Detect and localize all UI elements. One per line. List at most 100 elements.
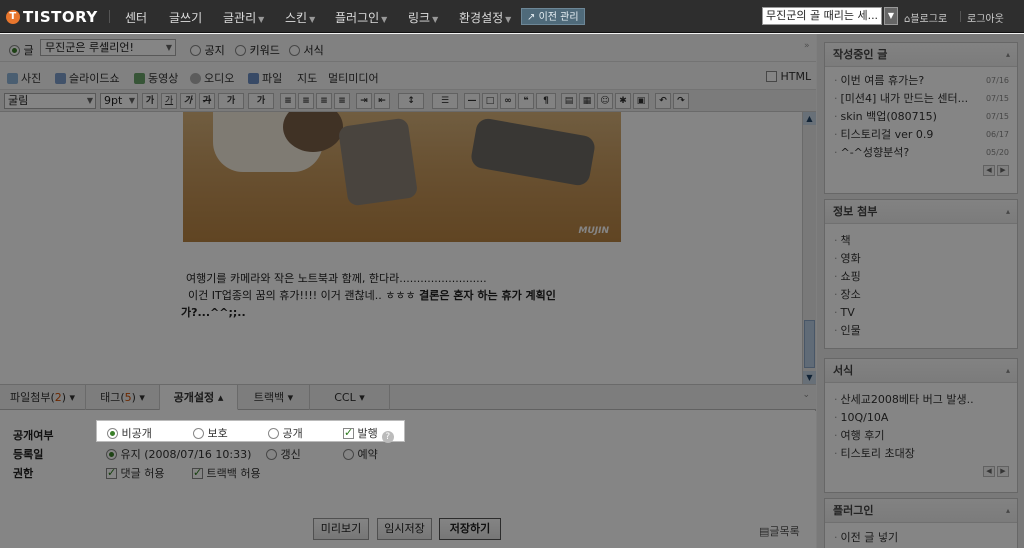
- char-icon[interactable]: ¶: [536, 93, 556, 109]
- font-family-select[interactable]: 굴림 ▼: [4, 93, 96, 109]
- type-post[interactable]: 글: [9, 42, 34, 58]
- category-select[interactable]: 무진군은 루셀리언! ▼: [40, 39, 176, 56]
- allow-trackback-checkbox[interactable]: 트랙백 허용: [192, 465, 261, 481]
- preview-button[interactable]: 미리보기: [313, 518, 369, 540]
- blog-select-dropdown[interactable]: ▼: [884, 7, 898, 25]
- insert-video-button[interactable]: 동영상: [134, 70, 178, 86]
- insert-slideshow-button[interactable]: 슬라이드쇼: [55, 70, 120, 86]
- go-to-blog-link[interactable]: ⌂블로그로: [904, 10, 947, 25]
- nav-settings[interactable]: 환경설정 ▼: [459, 9, 511, 26]
- form-item[interactable]: · 산세교2008베타 버그 발생..: [825, 391, 1017, 409]
- widget-title[interactable]: 정보 첨부 ▴: [825, 200, 1017, 224]
- insert-audio-button[interactable]: 오디오: [190, 70, 234, 86]
- visibility-public[interactable]: 공개: [268, 425, 303, 441]
- help-icon[interactable]: ?: [381, 431, 394, 443]
- widget-title[interactable]: 서식 ▴: [825, 359, 1017, 383]
- insert-file-button[interactable]: 파일: [248, 70, 282, 86]
- editor-content[interactable]: MUJIN 여행기를 카메라와 작은 노트북과 함께, 한다라.........…: [0, 112, 802, 384]
- type-notice[interactable]: 공지: [190, 42, 225, 58]
- font-color-button[interactable]: 가: [218, 93, 244, 109]
- info-item-person[interactable]: · 인물: [825, 322, 1017, 340]
- date-keep-option[interactable]: 유지 (2008/07/16 10:33): [106, 446, 251, 462]
- align-right-icon[interactable]: ≡: [316, 93, 332, 109]
- undo-icon[interactable]: ↶: [655, 93, 671, 109]
- date-reserve-option[interactable]: 예약: [343, 446, 378, 462]
- box-icon[interactable]: □: [482, 93, 498, 109]
- tab-ccl[interactable]: CCL ▾: [310, 385, 390, 410]
- scroll-down-icon[interactable]: ▼: [803, 371, 816, 384]
- strike-button[interactable]: 가: [199, 93, 215, 109]
- link-icon[interactable]: ∞: [500, 93, 516, 109]
- post-image[interactable]: MUJIN: [183, 112, 621, 242]
- font-size-select[interactable]: 9pt ▼: [100, 93, 138, 109]
- table-icon[interactable]: ▦: [579, 93, 595, 109]
- insert-map-button[interactable]: 지도: [297, 70, 317, 86]
- next-page-icon[interactable]: ▶: [997, 165, 1009, 176]
- align-left-icon[interactable]: ≡: [280, 93, 296, 109]
- type-keyword[interactable]: 키워드: [235, 42, 280, 58]
- info-item-book[interactable]: · 책: [825, 232, 1017, 250]
- expand-icon[interactable]: »: [804, 41, 810, 51]
- info-item-place[interactable]: · 장소: [825, 286, 1017, 304]
- blog-select[interactable]: 무진군의 골 때리는 세...: [762, 7, 882, 25]
- nav-link[interactable]: 링크 ▼: [408, 9, 438, 26]
- tistory-logo[interactable]: T TISTORY: [6, 7, 98, 27]
- logout-link[interactable]: 로그아웃: [967, 10, 1004, 25]
- scroll-thumb[interactable]: [804, 320, 815, 368]
- bold-button[interactable]: 가: [142, 93, 158, 109]
- nav-center[interactable]: 센터: [125, 9, 147, 26]
- collapse-icon[interactable]: ▴: [1006, 43, 1010, 67]
- draft-item[interactable]: · [미션4] 내가 만드는 센터... 07/15: [825, 90, 1017, 108]
- save-button[interactable]: 저장하기: [439, 518, 501, 540]
- prev-page-icon[interactable]: ◀: [983, 466, 995, 477]
- scroll-up-icon[interactable]: ▲: [803, 112, 816, 125]
- tab-publish-settings[interactable]: 공개설정 ▴: [160, 385, 238, 410]
- tab-tags[interactable]: 태그(5) ▾: [86, 385, 160, 410]
- type-form[interactable]: 서식: [289, 42, 324, 58]
- visibility-private[interactable]: 비공개: [107, 425, 152, 441]
- next-page-icon[interactable]: ▶: [997, 466, 1009, 477]
- special-char-icon[interactable]: ✱: [615, 93, 631, 109]
- insert-multimedia-button[interactable]: 멀티미디어: [328, 70, 379, 86]
- collapse-icon[interactable]: ▴: [1006, 499, 1010, 523]
- quote-icon[interactable]: ❝: [518, 93, 534, 109]
- post-list-link[interactable]: ▤글목록: [759, 523, 800, 539]
- outdent-icon[interactable]: ⇤: [374, 93, 390, 109]
- line-height-icon[interactable]: ↕: [398, 93, 424, 109]
- align-justify-icon[interactable]: ≡: [334, 93, 350, 109]
- editor-scrollbar[interactable]: ▲ ▼: [802, 112, 816, 384]
- emoticon-icon[interactable]: ☺: [597, 93, 613, 109]
- more-icon[interactable]: ▤: [561, 93, 577, 109]
- insert-photo-button[interactable]: 사진: [7, 70, 41, 86]
- info-item-movie[interactable]: · 영화: [825, 250, 1017, 268]
- nav-write[interactable]: 글쓰기: [169, 9, 202, 26]
- form-item[interactable]: · 10Q/10A: [825, 409, 1017, 427]
- widget-title[interactable]: 플러그인 ▴: [825, 499, 1017, 523]
- old-management-button[interactable]: ↗ 이전 관리: [521, 8, 585, 25]
- align-center-icon[interactable]: ≡: [298, 93, 314, 109]
- form-item[interactable]: · 티스토리 초대장: [825, 445, 1017, 463]
- form-item[interactable]: · 여행 후기: [825, 427, 1017, 445]
- plugin-item[interactable]: · 이전 글 넣기: [825, 529, 1017, 547]
- redo-icon[interactable]: ↷: [673, 93, 689, 109]
- temp-save-button[interactable]: 임시저장: [377, 518, 432, 540]
- allow-comments-checkbox[interactable]: 댓글 허용: [106, 465, 164, 481]
- visibility-protected[interactable]: 보호: [193, 425, 228, 441]
- nav-skin[interactable]: 스킨 ▼: [285, 9, 315, 26]
- collapse-icon[interactable]: ▴: [1006, 200, 1010, 224]
- hr-icon[interactable]: —: [464, 93, 480, 109]
- italic-button[interactable]: 가: [180, 93, 196, 109]
- date-renew-option[interactable]: 갱신: [266, 446, 301, 462]
- nav-post-manage[interactable]: 글관리 ▼: [223, 9, 264, 26]
- tab-attachments[interactable]: 파일첨부(2) ▾: [0, 385, 86, 410]
- prev-page-icon[interactable]: ◀: [983, 165, 995, 176]
- draft-item[interactable]: · ^-^성향분석? 05/20: [825, 144, 1017, 162]
- collapse-icon[interactable]: ▴: [1006, 359, 1010, 383]
- save-icon[interactable]: ▣: [633, 93, 649, 109]
- info-item-tv[interactable]: · TV: [825, 304, 1017, 322]
- publish-checkbox[interactable]: 발행?: [343, 425, 394, 443]
- list-icon[interactable]: ☰: [432, 93, 458, 109]
- nav-plugin[interactable]: 플러그인 ▼: [335, 9, 387, 26]
- html-mode-toggle[interactable]: HTML: [766, 70, 811, 83]
- tab-trackback[interactable]: 트랙백 ▾: [238, 385, 310, 410]
